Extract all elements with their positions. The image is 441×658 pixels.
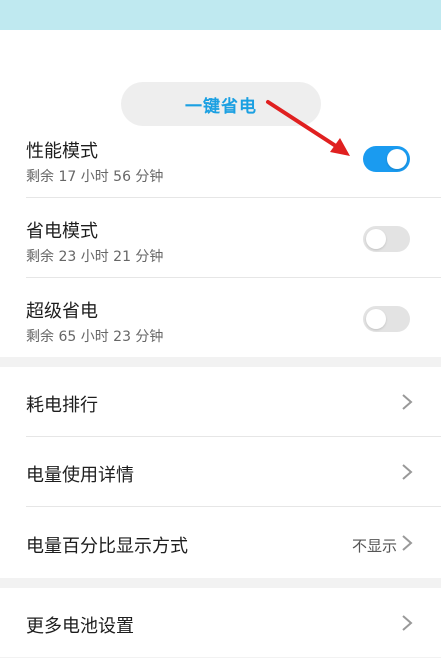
mode-row-ultra-saving: 超级省电 剩余 65 小时 23 分钟 [0, 278, 441, 358]
top-banner [0, 0, 441, 30]
mode-row-power-saving: 省电模式 剩余 23 小时 21 分钟 [0, 198, 441, 278]
more-settings-panel: 更多电池设置 [0, 588, 441, 657]
mode-remaining: 剩余 17 小时 56 分钟 [26, 169, 164, 185]
toggle-knob [387, 149, 407, 169]
mode-title: 省电模式 [26, 221, 98, 242]
list-label: 更多电池设置 [26, 616, 134, 637]
list-label: 电量百分比显示方式 [26, 536, 188, 557]
consumption-ranking-row[interactable]: 耗电排行 [0, 367, 441, 437]
toggle-knob [366, 229, 386, 249]
mode-row-performance: 性能模式 剩余 17 小时 56 分钟 [0, 118, 441, 198]
performance-mode-toggle[interactable] [363, 146, 410, 172]
toggle-knob [366, 309, 386, 329]
list-label: 耗电排行 [26, 395, 98, 416]
usage-details-row[interactable]: 电量使用详情 [0, 437, 441, 507]
mode-remaining: 剩余 23 小时 21 分钟 [26, 249, 164, 265]
chevron-right-icon [402, 535, 413, 551]
percentage-display-row[interactable]: 电量百分比显示方式 不显示 [0, 508, 441, 578]
mode-title: 超级省电 [26, 301, 98, 322]
mode-title: 性能模式 [26, 141, 98, 162]
power-mode-panel: 一键省电 性能模式 剩余 17 小时 56 分钟 省电模式 剩余 23 小时 2… [0, 30, 441, 357]
list-label: 电量使用详情 [26, 465, 134, 486]
chevron-right-icon [402, 464, 413, 480]
percentage-display-value: 不显示 [351, 537, 397, 555]
power-saving-mode-toggle[interactable] [363, 226, 410, 252]
battery-settings-panel: 耗电排行 电量使用详情 电量百分比显示方式 不显示 [0, 367, 441, 578]
mode-remaining: 剩余 65 小时 23 分钟 [26, 329, 164, 345]
chevron-right-icon [402, 394, 413, 410]
more-battery-settings-row[interactable]: 更多电池设置 [0, 588, 441, 658]
chevron-right-icon [402, 615, 413, 631]
divider [26, 506, 441, 507]
ultra-saving-mode-toggle[interactable] [363, 306, 410, 332]
